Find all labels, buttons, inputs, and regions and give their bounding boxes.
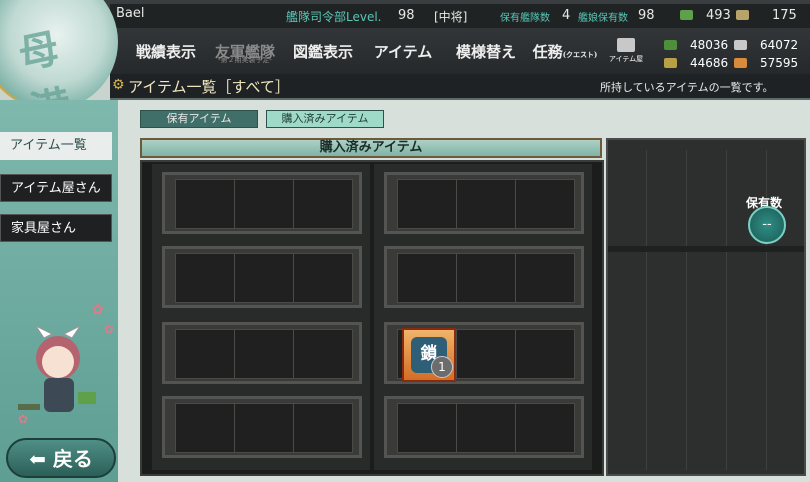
shelf-cell[interactable] — [397, 253, 457, 303]
fuel-icon — [664, 40, 677, 50]
menu-record[interactable]: 戦績表示 — [132, 34, 200, 70]
fleets-label: 保有艦隊数 — [500, 13, 550, 24]
hq-level: 98 — [398, 8, 415, 23]
shelf-cell[interactable] — [234, 253, 294, 303]
menu-item[interactable]: アイテム — [368, 34, 438, 70]
menu-friend-fleet: 友軍艦隊 -第２期実装予定- — [206, 34, 284, 70]
ammo-count: 44686 — [690, 56, 729, 70]
sidebar-item-item-shop[interactable]: アイテム屋さん — [0, 174, 112, 202]
shelf-title: 購入済みアイテム — [140, 138, 602, 158]
player-name: Bael — [116, 6, 145, 21]
shelf-cell[interactable] — [234, 329, 294, 379]
shop-icon — [617, 38, 635, 52]
item-detail-panel — [606, 138, 806, 476]
back-label: 戻る — [52, 447, 93, 471]
shelf-cell[interactable] — [175, 253, 235, 303]
shop-label: アイテム屋 — [608, 55, 644, 63]
shelf-cell[interactable] — [293, 329, 353, 379]
menu-furniture[interactable]: 模様替え — [448, 34, 524, 70]
character-face — [42, 346, 74, 378]
menu-friend-fleet-sub: -第２期実装予定- — [218, 56, 272, 64]
ammo-icon — [664, 58, 677, 68]
panel-plank — [686, 150, 687, 470]
ships-label: 艦娘保有数 — [578, 13, 628, 24]
tab-label: 保有アイテム — [166, 112, 232, 125]
menu-quest[interactable]: 任務(クエスト) — [530, 34, 600, 70]
bauxite-icon — [734, 58, 747, 68]
shelf-cell[interactable] — [175, 403, 235, 453]
bucket-icon — [680, 10, 693, 20]
shelf-cell[interactable] — [234, 403, 294, 453]
steel-icon — [734, 40, 747, 50]
shelf-cell[interactable] — [456, 403, 516, 453]
steel-count: 64072 — [760, 38, 799, 52]
shelf-cell[interactable] — [397, 403, 457, 453]
panel-crossbar — [608, 246, 804, 252]
shelf-slot — [162, 396, 362, 458]
rank: [中将] — [434, 10, 468, 24]
tab-owned-items[interactable]: 保有アイテム — [140, 110, 258, 128]
shelf-slot — [384, 172, 584, 234]
flower-icon: ✿ — [18, 412, 29, 426]
gear-icon: ⚙ — [112, 77, 125, 93]
shelf-cell[interactable] — [293, 179, 353, 229]
menu-furniture-label: 模様替え — [455, 43, 516, 61]
tab-label: 購入済みアイテム — [281, 112, 369, 125]
character-box — [78, 392, 96, 404]
shelf-cell[interactable] — [175, 179, 235, 229]
shelf-cell[interactable] — [515, 403, 575, 453]
shelf-cell[interactable] — [234, 179, 294, 229]
menu-album-label: 図鑑表示 — [292, 43, 353, 61]
menu-quest-label: 任務 — [532, 43, 563, 61]
sidebar-item-label: アイテム屋さん — [11, 181, 101, 196]
sidebar-item-item-list[interactable]: アイテム一覧 — [0, 132, 112, 160]
sidebar-item-label: 家具屋さん — [11, 221, 77, 236]
menu-quest-small: (クエスト) — [562, 50, 598, 59]
menu-album[interactable]: 図鑑表示 — [288, 34, 358, 70]
shelf-cell[interactable] — [175, 329, 235, 379]
purchased-item[interactable]: 鎖 1 — [402, 328, 456, 382]
devmat-count: 175 — [772, 8, 797, 23]
menu-item-label: アイテム — [373, 43, 433, 61]
panel-plank — [646, 150, 647, 470]
shelf-cell[interactable] — [293, 253, 353, 303]
bucket-count: 493 — [706, 8, 731, 23]
item-shop-button[interactable]: アイテム屋 — [606, 38, 646, 68]
shelf-cell[interactable] — [515, 253, 575, 303]
tab-purchased-items[interactable]: 購入済みアイテム — [266, 110, 384, 128]
shelf-cell[interactable] — [515, 329, 575, 379]
sidebar-item-furniture-shop[interactable]: 家具屋さん — [0, 214, 112, 242]
character-tool — [18, 404, 40, 410]
shelf-cell[interactable] — [456, 329, 516, 379]
shelf-slot — [162, 172, 362, 234]
menu-record-label: 戦績表示 — [135, 43, 196, 61]
back-arrow-icon: ⬅ — [29, 447, 46, 471]
shelf-slot — [162, 322, 362, 384]
shelf-cell[interactable] — [293, 403, 353, 453]
flower-icon: ✿ — [104, 322, 115, 336]
flower-icon: ✿ — [92, 302, 104, 318]
shelf-slot — [384, 246, 584, 308]
panel-plank — [726, 150, 727, 470]
item-count-badge: 1 — [431, 356, 453, 378]
shelf-cell[interactable] — [456, 253, 516, 303]
devmat-icon — [736, 10, 749, 20]
fuel-count: 48036 — [690, 38, 729, 52]
shelf-cell[interactable] — [456, 179, 516, 229]
character-body — [44, 378, 74, 412]
sidebar-item-label: アイテム一覧 — [10, 138, 87, 153]
owned-count: -- — [748, 206, 786, 244]
back-button[interactable]: ⬅ 戻る — [6, 438, 116, 478]
shelf-cell[interactable] — [515, 179, 575, 229]
shelf-slot — [384, 396, 584, 458]
shelf-cell[interactable] — [397, 179, 457, 229]
bauxite-count: 57595 — [760, 56, 799, 70]
page-description: 所持しているアイテムの一覧です。 — [600, 81, 774, 94]
fleets-count: 4 — [562, 8, 571, 23]
ships-count: 98 — [638, 8, 655, 23]
shelf-slot — [162, 246, 362, 308]
page-title: アイテム一覧［すべて］ — [128, 78, 290, 96]
hq-level-label: 艦隊司令部Level. — [286, 10, 382, 24]
